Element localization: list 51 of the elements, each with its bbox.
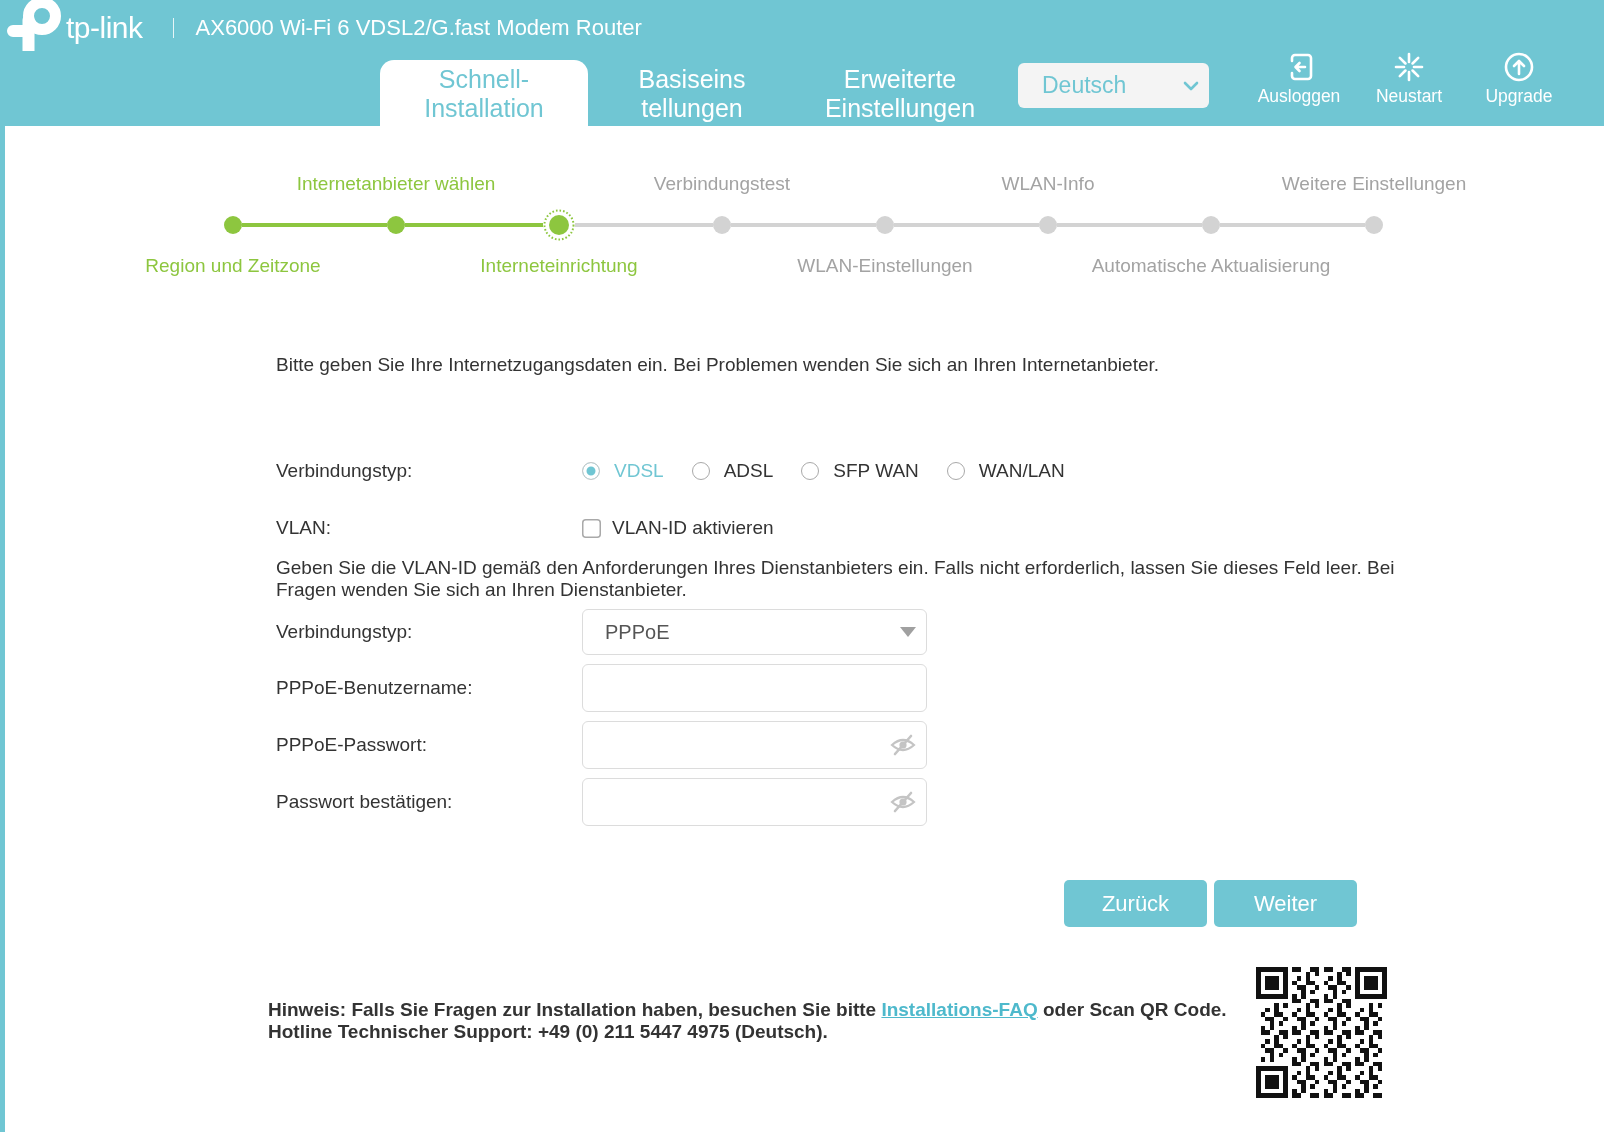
hotline-text: Hotline Technischer Support: +49 (0) 211 5447 4975 (Deutsch). [268, 1021, 829, 1043]
model-title: AX6000 Wi-Fi 6 VDSL2/G.fast Modem Router [195, 14, 642, 41]
eye-slash-icon[interactable] [890, 734, 916, 756]
eye-slash-icon[interactable] [890, 791, 916, 813]
logo-text: tp-link [66, 10, 143, 45]
radio-icon[interactable] [946, 462, 965, 480]
language-select[interactable]: Deutsch [1018, 63, 1209, 108]
radio-icon[interactable] [582, 462, 600, 480]
field-label: Passwort bestätigen: [276, 791, 454, 813]
password-field[interactable] [582, 778, 927, 826]
step-label: Interneteinrichtung [480, 255, 638, 277]
field-label: VLAN: [276, 517, 332, 539]
step-label: Automatische Aktualisierung [1091, 255, 1331, 277]
chevron-down-icon [1183, 80, 1199, 91]
caret-icon [900, 627, 916, 637]
logo-icon [4, 0, 62, 51]
password-field[interactable] [582, 721, 927, 769]
radio-option[interactable]: WAN/LAN [946, 460, 1065, 482]
faq-link[interactable]: Installations-FAQ [881, 999, 1038, 1020]
hint-text: Hinweis: Falls Sie Fragen zur Installation haben, besuchen Sie bitte Installations-FAQ oder Scan QR Code. [268, 999, 1228, 1021]
spinner-icon [1394, 51, 1424, 83]
logout-button[interactable]: Ausloggen [1244, 51, 1354, 106]
radio-option[interactable]: VDSL [582, 460, 664, 482]
upgrade-button[interactable]: Upgrade [1464, 51, 1574, 106]
intro-text: Bitte geben Sie Ihre Internetzugangsdaten ein. Bei Problemen wenden Sie sich an Ihren Internetanbieter. [276, 354, 1161, 376]
nav-tab[interactable]: Schnell-Installation [380, 60, 588, 127]
text-field[interactable] [582, 664, 927, 712]
step-label: WLAN-Einstellungen [797, 255, 973, 277]
connection-type-select[interactable]: PPPoE [582, 609, 927, 655]
step-label: WLAN-Info [1001, 173, 1095, 195]
checkbox-icon[interactable] [582, 518, 601, 538]
vlan-note-text: Geben Sie die VLAN-ID gemäß den Anforderungen Ihres Dienstanbieters ein. Falls nicht erforderlich, lassen Sie dieses Feld leer. Bei Fragen wenden Sie sich an Ihren Dienstanbieter. [276, 557, 1396, 601]
restart-button[interactable]: Neustart [1354, 51, 1464, 106]
nav-button[interactable]: Weiter [1214, 880, 1357, 927]
field-label: Verbindungstyp: [276, 621, 414, 643]
nav-tab[interactable]: Basiseins tellungen [588, 60, 796, 127]
nav-tab[interactable]: Erweiterte Einstellungen [796, 60, 1004, 127]
field-label: PPPoE-Passwort: [276, 734, 428, 756]
radio-option[interactable]: SFP WAN [801, 460, 919, 482]
step-label: Region und Zeitzone [145, 255, 321, 277]
radio-icon[interactable] [801, 462, 820, 480]
field-label: Verbindungstyp: [276, 460, 414, 482]
step-label: Internetanbieter wählen [296, 173, 496, 195]
radio-icon[interactable] [691, 462, 710, 480]
step-label: Verbindungstest [653, 173, 791, 195]
up-arrow-circle-icon [1504, 51, 1534, 83]
vlan-checkbox[interactable]: VLAN-ID aktivieren [582, 517, 774, 539]
step-label: Weitere Einstellungen [1281, 173, 1467, 195]
nav-button[interactable]: Zurück [1064, 880, 1207, 927]
radio-option[interactable]: ADSL [691, 460, 774, 482]
field-label: PPPoE-Benutzername: [276, 677, 474, 699]
